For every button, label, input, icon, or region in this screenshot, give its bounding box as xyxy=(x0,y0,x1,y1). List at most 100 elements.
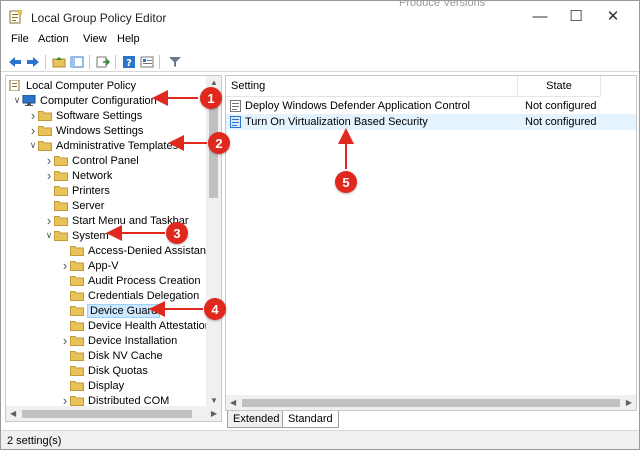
policy-editor-icon xyxy=(9,10,22,24)
tree-item[interactable]: ∨ Computer Configuration xyxy=(12,93,157,108)
tree-item[interactable]: ∨ System xyxy=(44,228,109,243)
menu-help[interactable]: Help xyxy=(117,33,140,45)
chevron-down-icon[interactable]: ∨ xyxy=(28,138,38,153)
tree-item-label: Network xyxy=(72,169,113,182)
tree-item-label: Device Health Attestation xyxy=(88,319,211,332)
tab-standard[interactable]: Standard xyxy=(282,411,339,428)
chevron-right-icon[interactable]: › xyxy=(44,168,54,183)
forward-arrow-icon[interactable] xyxy=(25,54,41,70)
up-folder-icon[interactable] xyxy=(51,54,67,70)
folder-icon xyxy=(70,261,84,271)
tree-item[interactable]: › Software Settings xyxy=(28,108,142,123)
properties-icon[interactable] xyxy=(139,54,155,70)
column-header-state[interactable]: State xyxy=(518,76,601,97)
tree-item[interactable]: Credentials Delegation xyxy=(60,288,199,303)
chevron-right-icon[interactable]: › xyxy=(60,258,70,273)
svg-text:?: ? xyxy=(126,58,132,69)
setting-name: Deploy Windows Defender Application Cont… xyxy=(245,100,471,112)
setting-state: Not configured xyxy=(525,100,597,112)
menu-action[interactable]: Action xyxy=(38,33,69,45)
help-icon[interactable]: ? xyxy=(121,54,137,70)
chevron-right-icon[interactable]: › xyxy=(60,333,70,348)
folder-icon xyxy=(38,111,52,121)
chevron-right-icon[interactable]: › xyxy=(28,123,38,138)
callout-badge-3: 3 xyxy=(166,222,188,244)
tree-item-label: System xyxy=(72,229,109,242)
group-policy-editor-window: Local Group Policy Editor Produce Versio… xyxy=(0,0,640,450)
tree-item[interactable]: Printers xyxy=(44,183,110,198)
tree-item[interactable]: Access-Denied Assistance xyxy=(60,243,218,258)
chevron-right-icon[interactable]: › xyxy=(44,153,54,168)
callout-badge-4: 4 xyxy=(204,298,226,320)
tree-item[interactable]: ∨ Administrative Templates xyxy=(28,138,178,153)
tree-item[interactable]: › Start Menu and Taskbar xyxy=(44,213,189,228)
tree-item-label: Computer Configuration xyxy=(40,94,157,107)
tree-item[interactable]: Disk Quotas xyxy=(60,363,148,378)
menu-view[interactable]: View xyxy=(83,33,107,45)
tree-item-label: Windows Settings xyxy=(56,124,144,137)
tree-item[interactable]: › App-V xyxy=(60,258,119,273)
list-row[interactable]: Turn On Virtualization Based Security No… xyxy=(226,114,636,130)
scroll-right-arrow-icon[interactable]: ▶ xyxy=(211,409,217,418)
background-window-title: Produce Versions xyxy=(399,0,486,9)
folder-icon xyxy=(54,231,68,241)
tree-root[interactable]: Local Computer Policy xyxy=(8,78,136,93)
folder-icon xyxy=(54,156,68,166)
tree-item[interactable]: › Network xyxy=(44,168,113,183)
back-arrow-icon[interactable] xyxy=(7,54,23,70)
tree-item-label: Distributed COM xyxy=(88,394,170,407)
folder-icon xyxy=(70,381,84,391)
column-header-setting[interactable]: Setting xyxy=(226,76,518,97)
tree-item-label: Device Guard xyxy=(86,303,161,318)
chevron-right-icon[interactable]: › xyxy=(28,108,38,123)
tree-item[interactable]: › Windows Settings xyxy=(28,123,144,138)
tab-extended[interactable]: Extended xyxy=(227,411,286,428)
folder-icon xyxy=(54,216,68,226)
status-text: 2 setting(s) xyxy=(7,435,62,447)
scroll-thumb[interactable] xyxy=(242,399,620,407)
chevron-right-icon[interactable]: › xyxy=(44,213,54,228)
scroll-thumb[interactable] xyxy=(22,410,192,418)
tree-item[interactable]: › Device Installation xyxy=(60,333,177,348)
tree-item[interactable]: Disk NV Cache xyxy=(60,348,163,363)
scroll-left-arrow-icon[interactable]: ◀ xyxy=(10,409,16,418)
tree-item-label: Credentials Delegation xyxy=(88,289,200,302)
tree-item-label: Device Installation xyxy=(88,334,178,347)
close-button[interactable]: ✕ xyxy=(591,1,635,31)
callout-badge-5: 5 xyxy=(335,171,357,193)
menu-file[interactable]: File xyxy=(11,33,29,45)
tree-item-label: Printers xyxy=(72,184,110,197)
tree-item-label: Disk Quotas xyxy=(88,364,148,377)
tree-item[interactable]: › Control Panel xyxy=(44,153,139,168)
tree-item[interactable]: Display xyxy=(60,378,124,393)
tree-item[interactable]: Device Guard xyxy=(60,303,161,318)
chevron-down-icon[interactable]: ∨ xyxy=(44,228,54,243)
folder-icon xyxy=(54,186,68,196)
scroll-left-arrow-icon[interactable]: ◀ xyxy=(230,398,236,407)
settings-list[interactable]: Setting State Deploy Windows Defender Ap… xyxy=(225,75,637,411)
policy-document-icon xyxy=(9,80,20,91)
list-horizontal-scrollbar[interactable]: ◀ ▶ xyxy=(226,395,636,410)
console-tree[interactable]: Local Computer Policy ∨ Computer Configur… xyxy=(5,75,222,422)
tree-vertical-scrollbar[interactable]: ▲ ▼ xyxy=(206,76,221,407)
tree-horizontal-scrollbar[interactable]: ◀ ▶ xyxy=(6,406,221,421)
tree-item[interactable]: Audit Process Creation xyxy=(60,273,201,288)
tree-item[interactable]: Server xyxy=(44,198,104,213)
tree-item[interactable]: Device Health Attestation xyxy=(60,318,211,333)
tree-root-label: Local Computer Policy xyxy=(26,79,137,92)
scroll-down-arrow-icon[interactable]: ▼ xyxy=(210,396,218,405)
scroll-right-arrow-icon[interactable]: ▶ xyxy=(626,398,632,407)
chevron-down-icon[interactable]: ∨ xyxy=(12,93,22,108)
folder-icon xyxy=(54,201,68,211)
export-list-icon[interactable] xyxy=(95,54,111,70)
list-row[interactable]: Deploy Windows Defender Application Cont… xyxy=(226,98,636,114)
scroll-up-arrow-icon[interactable]: ▲ xyxy=(210,78,218,87)
tree-item-label: Disk NV Cache xyxy=(88,349,163,362)
folder-icon xyxy=(70,396,84,406)
status-bar: 2 setting(s) xyxy=(1,430,639,449)
filter-icon[interactable] xyxy=(167,54,183,70)
show-hide-tree-icon[interactable] xyxy=(69,54,85,70)
